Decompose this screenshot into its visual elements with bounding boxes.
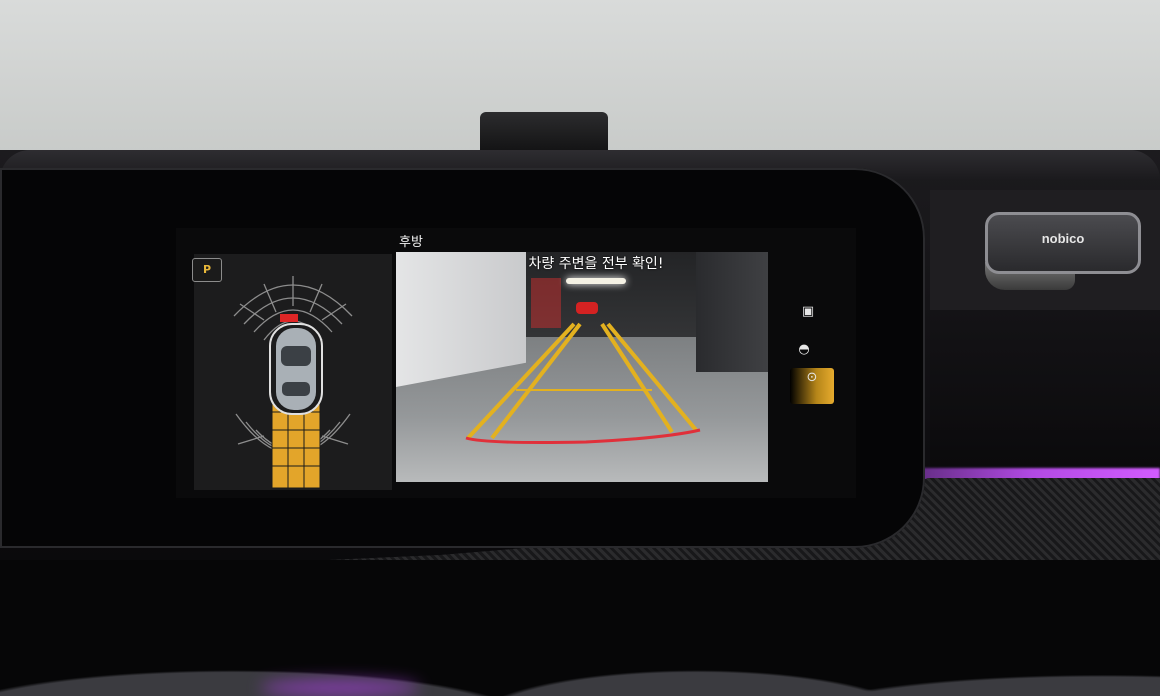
view-title: 후방 [399,235,423,250]
vent-ambient-glow [260,680,420,696]
rear-camera-view [396,252,768,482]
top-view-icon[interactable]: ⊙ [790,368,834,404]
yellow-guide-lines [466,322,698,440]
front-sensor-alert [280,314,298,322]
camera-view-icon[interactable]: ▣ [796,302,820,322]
parking-sensor-diagram [233,276,353,489]
view-selector: ▣ ◓ ⊙ [772,296,836,416]
car-icon [269,323,323,415]
parking-camera-screen: 후방 P 차량 주변을 전부 확인! ▣ ◓ ⊙ [176,228,856,498]
red-warning-line [465,428,701,444]
air-vents [0,560,1160,696]
safety-warning: 차량 주변을 전부 확인! [528,256,664,272]
dashboard-panel [930,310,1160,470]
parking-assist-badge[interactable]: P [192,258,222,282]
holder-brand-label: nobico [1041,231,1085,246]
top-view-panel[interactable] [194,254,392,490]
guide-lines [465,322,701,444]
parking-sensor-icon[interactable]: ◓ [792,340,816,360]
phone-holder: nobico [985,212,1141,274]
